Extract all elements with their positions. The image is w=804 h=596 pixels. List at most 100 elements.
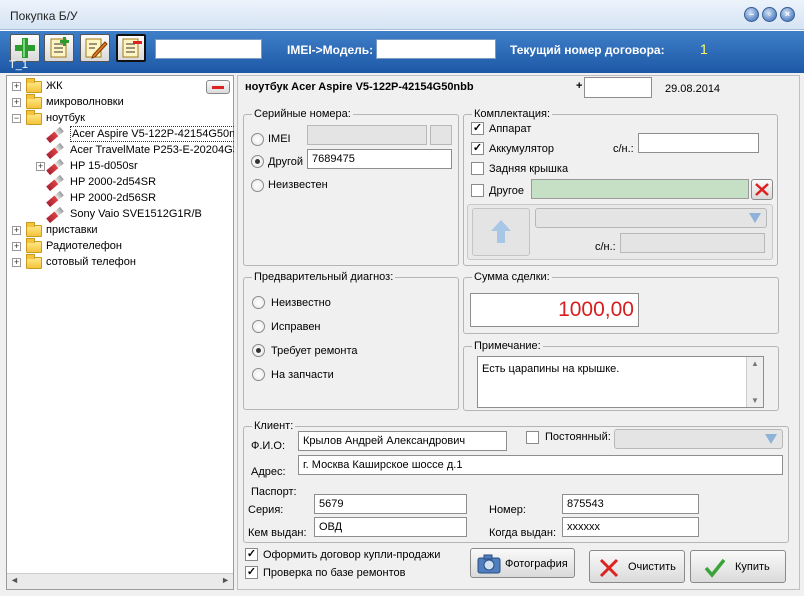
tree-expander-icon[interactable]: +	[12, 242, 21, 251]
folder-icon	[26, 254, 42, 269]
tree-expander-icon[interactable]: +	[12, 258, 21, 267]
repair-checkbox[interactable]: ✓	[245, 566, 258, 579]
imei-radio-label: IMEI	[268, 133, 291, 145]
tree-item-label[interactable]: HP 15-d050sr	[70, 158, 138, 174]
fio-input[interactable]: Крылов Андрей Александрович	[298, 431, 507, 451]
contract-label: Текущий номер договора:	[510, 43, 665, 57]
address-label: Адрес:	[251, 466, 286, 478]
minimize-icon[interactable]: –	[744, 7, 759, 22]
other-radio[interactable]	[251, 155, 264, 168]
tree-expander-icon[interactable]: +	[12, 98, 21, 107]
diagnosis-radio[interactable]	[252, 320, 265, 333]
edit-button[interactable]	[80, 34, 110, 62]
delete-list-button[interactable]	[116, 34, 146, 62]
plus-label: +	[576, 80, 583, 92]
diagnosis-radio[interactable]	[252, 368, 265, 381]
tree-expander-icon[interactable]: +	[36, 162, 45, 171]
kit-sn-label: с/н.:	[595, 241, 616, 253]
back-cover-label: Задняя крышка	[489, 163, 569, 175]
issued-by-label: Кем выдан:	[248, 527, 307, 539]
diagnosis-radio[interactable]	[252, 344, 265, 357]
item-pen-icon	[46, 190, 64, 208]
address-input[interactable]: г. Москва Каширское шоссе д.1	[298, 455, 783, 475]
item-pen-icon	[46, 126, 64, 144]
tree-item-label[interactable]: Acer Aspire V5-122P-42154G50nbb	[70, 126, 234, 142]
other-kit-checkbox[interactable]	[471, 184, 484, 197]
number-input[interactable]: 875543	[562, 494, 699, 514]
battery-checkbox[interactable]: ✓	[471, 142, 484, 155]
note-textarea[interactable]: Есть царапины на крышке.	[477, 356, 764, 408]
imei-check-button	[430, 125, 452, 145]
imei-input[interactable]	[376, 39, 496, 59]
tree-folder-label[interactable]: приставки	[46, 222, 98, 238]
list-remove-icon	[122, 38, 142, 58]
chevron-down-icon	[749, 213, 761, 223]
diagnosis-option-label: Исправен	[271, 321, 321, 333]
permanent-checkbox[interactable]	[526, 431, 539, 444]
date-label: 29.08.2014	[665, 83, 721, 95]
item-pen-icon	[46, 206, 64, 224]
issued-when-label: Когда выдан:	[489, 527, 557, 539]
tree-folder-label[interactable]: Радиотелефон	[46, 238, 122, 254]
tree-folder-label[interactable]: сотовый телефон	[46, 254, 136, 270]
back-cover-checkbox[interactable]	[471, 162, 484, 175]
tree-folder-label[interactable]: микроволновки	[46, 94, 124, 110]
tree-folder-label[interactable]: ЖК	[46, 78, 63, 94]
tree-expander-icon[interactable]: +	[12, 82, 21, 91]
restore-icon[interactable]: ▫	[762, 7, 777, 22]
tree-item-label[interactable]: Acer TravelMate P253-E-20204G32	[70, 142, 234, 158]
tree-hscrollbar[interactable]: ◄ ►	[7, 573, 233, 589]
cross-icon	[755, 183, 769, 196]
buy-button-label: Купить	[735, 561, 770, 573]
item-pen-icon	[46, 158, 64, 176]
other-kit-input[interactable]	[531, 179, 749, 199]
device-checkbox[interactable]: ✓	[471, 122, 484, 135]
other-radio-label: Другой	[268, 156, 303, 168]
imei-radio[interactable]	[251, 133, 264, 146]
tree-expander-icon[interactable]: −	[12, 114, 21, 123]
permanent-label: Постоянный:	[545, 431, 611, 443]
title-bar	[0, 0, 804, 30]
tree-item-label[interactable]: HP 2000-2d56SR	[70, 190, 156, 206]
number-label: Номер:	[489, 504, 526, 516]
edit-icon	[85, 38, 108, 59]
note-scrollbar[interactable]: ▲ ▼	[746, 357, 763, 407]
sum-input[interactable]: 1000,00	[470, 293, 639, 327]
extra-input[interactable]	[584, 77, 652, 98]
add-list-button[interactable]	[44, 34, 74, 62]
contract-checkbox[interactable]: ✓	[245, 548, 258, 561]
close-icon[interactable]: ×	[780, 7, 795, 22]
tree-folder-label[interactable]: ноутбук	[46, 110, 85, 126]
folder-icon	[26, 78, 42, 93]
battery-sn-input[interactable]	[638, 133, 759, 153]
issued-when-input[interactable]: xxxxxx	[562, 517, 699, 537]
photo-button[interactable]: Фотография	[470, 548, 575, 578]
note-title: Примечание:	[472, 340, 543, 352]
buy-button[interactable]: Купить	[690, 550, 786, 583]
tree-expander-icon[interactable]: +	[12, 226, 21, 235]
fio-label: Ф.И.О:	[251, 440, 285, 452]
series-input[interactable]: 5679	[314, 494, 467, 514]
other-serial-input[interactable]: 7689475	[307, 149, 452, 169]
diagnosis-radio[interactable]	[252, 296, 265, 309]
add-button[interactable]	[10, 34, 40, 62]
tree-item-label[interactable]: HP 2000-2d54SR	[70, 174, 156, 190]
remove-button[interactable]	[206, 80, 230, 94]
contract-check-label: Оформить договор купли-продажи	[263, 549, 441, 561]
window-title: Покупка Б/У	[10, 9, 78, 23]
clear-other-kit-button[interactable]	[751, 179, 773, 200]
folder-icon	[26, 94, 42, 109]
kit-title: Комплектация:	[472, 108, 553, 120]
unknown-radio[interactable]	[251, 179, 264, 192]
clear-button[interactable]: Очистить	[589, 550, 685, 583]
contract-number: 1	[700, 41, 708, 57]
tab-label[interactable]: Т_1	[9, 59, 28, 71]
tree-item-label[interactable]: Sony Vaio SVE1512G1R/B	[70, 206, 202, 222]
diagnosis-option-label: Требует ремонта	[271, 345, 358, 357]
issued-by-input[interactable]: ОВД	[314, 517, 467, 537]
repair-check-label: Проверка по базе ремонтов	[263, 567, 406, 579]
search-input[interactable]	[155, 39, 262, 59]
client-title: Клиент:	[252, 420, 296, 432]
folder-icon	[26, 238, 42, 253]
device-label: Аппарат	[489, 123, 532, 135]
